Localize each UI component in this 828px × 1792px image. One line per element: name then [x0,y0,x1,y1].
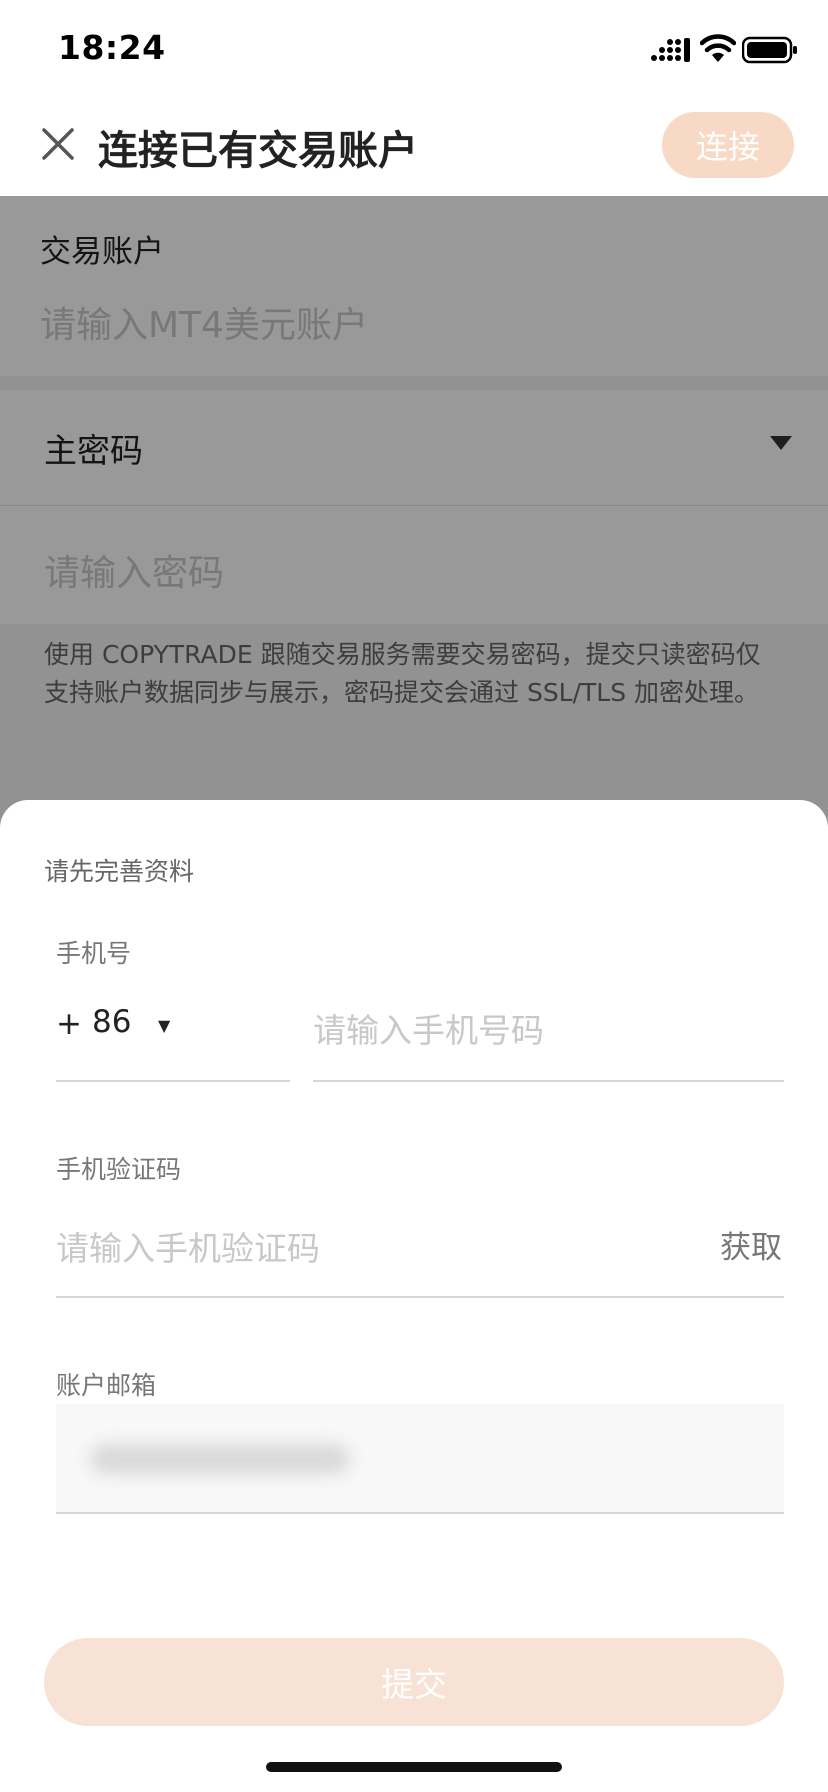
battery-icon [742,36,797,64]
country-code-selector[interactable]: 86 [92,1004,131,1040]
cellular-signal-icon [651,38,690,62]
home-indicator [266,1762,562,1772]
sheet-title: 请先完善资料 [44,857,195,886]
country-code-prefix: + [56,1006,82,1042]
phone-input[interactable]: 请输入手机号码 [313,1004,544,1052]
get-code-button[interactable]: 获取 [720,1222,782,1267]
connect-button[interactable]: 连接 [662,112,794,178]
email-label: 账户邮箱 [56,1371,157,1400]
status-time: 18:24 [58,28,166,67]
email-value-redacted [90,1444,350,1474]
verification-code-label: 手机验证码 [56,1155,182,1184]
verification-code-underline [56,1296,784,1298]
caret-down-icon[interactable]: ▼ [158,1016,170,1035]
country-code-underline [56,1080,290,1082]
verification-code-input[interactable]: 请输入手机验证码 [56,1222,320,1270]
page-title: 连接已有交易账户 [98,128,418,174]
submit-button[interactable]: 提交 [44,1638,784,1726]
close-icon[interactable] [36,122,80,166]
phone-label: 手机号 [56,939,132,968]
email-underline [56,1512,784,1514]
phone-underline [313,1080,784,1082]
wifi-icon [700,34,736,62]
